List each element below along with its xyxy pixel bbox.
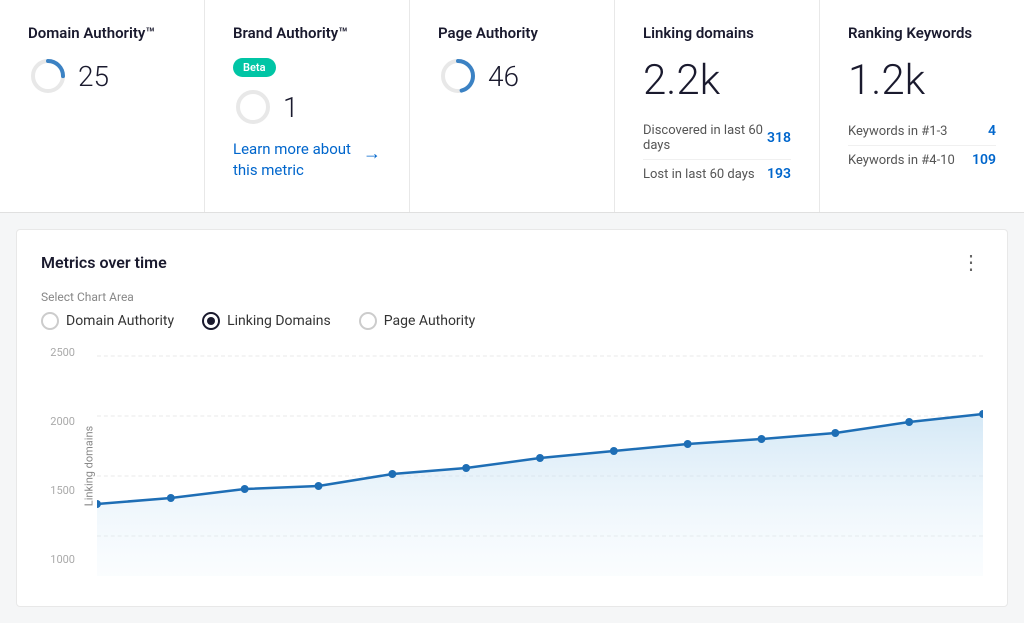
- chart-point-8: [684, 440, 692, 448]
- linking-label-1: Discovered in last 60 days: [643, 123, 767, 153]
- line-chart: [97, 346, 983, 586]
- page-authority-card: Page Authority 46: [410, 0, 615, 212]
- page-authority-title: Page Authority: [438, 24, 586, 42]
- domain-authority-value: 25: [78, 60, 109, 93]
- y-tick-2500: 2500: [41, 346, 81, 359]
- linking-row-2: Lost in last 60 days 193: [643, 160, 791, 188]
- brand-authority-value-row: 1: [233, 87, 381, 127]
- top-cards-container: Domain Authority™ 25 Brand Authority™ Be…: [0, 0, 1024, 213]
- linking-domains-title: Linking domains: [643, 24, 791, 42]
- brand-authority-card: Brand Authority™ Beta 1 Learn more about…: [205, 0, 410, 212]
- ranking-row-2: Keywords in #4-10 109: [848, 146, 996, 174]
- chart-svg-container: [97, 346, 983, 586]
- linking-domains-value: 2.2k: [643, 56, 791, 105]
- ranking-keywords-title: Ranking Keywords: [848, 24, 996, 42]
- ranking-keywords-value: 1.2k: [848, 56, 996, 105]
- chart-point-6: [536, 454, 544, 462]
- radio-label-da: Domain Authority: [66, 313, 174, 329]
- radio-circle-ld: [202, 312, 220, 330]
- linking-label-2: Lost in last 60 days: [643, 167, 755, 182]
- y-label-container: Linking domains: [81, 346, 97, 586]
- arrow-icon: →: [363, 141, 381, 166]
- ranking-value-2: 109: [972, 152, 996, 168]
- ranking-keywords-table: Keywords in #1-3 4 Keywords in #4-10 109: [848, 117, 996, 174]
- chart-point-7: [610, 447, 618, 455]
- radio-page-authority[interactable]: Page Authority: [359, 312, 476, 330]
- chart-header: Metrics over time ⋮: [41, 250, 983, 274]
- radio-group: Domain Authority Linking Domains Page Au…: [41, 312, 983, 330]
- y-axis: 2500 2000 1500 1000: [41, 346, 81, 586]
- y-tick-2000: 2000: [41, 415, 81, 428]
- y-tick-1000: 1000: [41, 553, 81, 566]
- chart-point-9: [758, 435, 766, 443]
- domain-authority-donut: [28, 56, 68, 96]
- brand-authority-value: 1: [283, 91, 299, 124]
- domain-authority-value-row: 25: [28, 56, 176, 96]
- y-axis-label: Linking domains: [83, 426, 96, 506]
- chart-area-fill: [97, 414, 983, 576]
- chart-point-1: [167, 494, 175, 502]
- page-authority-value-row: 46: [438, 56, 586, 96]
- chart-title: Metrics over time: [41, 253, 167, 272]
- domain-authority-card: Domain Authority™ 25: [0, 0, 205, 212]
- linking-value-1: 318: [767, 130, 791, 146]
- radio-linking-domains[interactable]: Linking Domains: [202, 312, 331, 330]
- linking-value-2: 193: [767, 166, 791, 182]
- chart-point-5: [462, 464, 470, 472]
- ranking-label-2: Keywords in #4-10: [848, 153, 955, 168]
- chart-point-11: [905, 418, 913, 426]
- chart-with-axis: 2500 2000 1500 1000 Linking domains: [41, 346, 983, 586]
- domain-authority-title: Domain Authority™: [28, 24, 176, 42]
- linking-domains-table: Discovered in last 60 days 318 Lost in l…: [643, 117, 791, 188]
- linking-domains-card: Linking domains 2.2k Discovered in last …: [615, 0, 820, 212]
- ranking-row-1: Keywords in #1-3 4: [848, 117, 996, 146]
- chart-point-10: [831, 429, 839, 437]
- radio-circle-da: [41, 312, 59, 330]
- page-authority-donut: [438, 56, 478, 96]
- chart-point-3: [315, 482, 323, 490]
- linking-row-1: Discovered in last 60 days 318: [643, 117, 791, 160]
- select-chart-label: Select Chart Area: [41, 290, 983, 304]
- chart-menu-icon[interactable]: ⋮: [961, 250, 983, 274]
- ranking-keywords-card: Ranking Keywords 1.2k Keywords in #1-3 4…: [820, 0, 1024, 212]
- radio-domain-authority[interactable]: Domain Authority: [41, 312, 174, 330]
- chart-point-4: [388, 470, 396, 478]
- radio-label-pa: Page Authority: [384, 313, 476, 329]
- beta-badge: Beta: [233, 58, 276, 77]
- learn-more-link[interactable]: Learn more about this metric →: [233, 139, 381, 181]
- learn-more-text: Learn more about this metric: [233, 139, 355, 181]
- chart-point-2: [241, 485, 249, 493]
- radio-circle-pa: [359, 312, 377, 330]
- page-authority-value: 46: [488, 60, 519, 93]
- y-tick-1500: 1500: [41, 484, 81, 497]
- chart-section: Metrics over time ⋮ Select Chart Area Do…: [16, 229, 1008, 607]
- radio-label-ld: Linking Domains: [227, 313, 331, 329]
- brand-authority-donut: [233, 87, 273, 127]
- ranking-value-1: 4: [988, 123, 996, 139]
- brand-authority-title: Brand Authority™: [233, 24, 381, 42]
- ranking-label-1: Keywords in #1-3: [848, 124, 947, 139]
- chart-controls: Select Chart Area Domain Authority Linki…: [41, 290, 983, 330]
